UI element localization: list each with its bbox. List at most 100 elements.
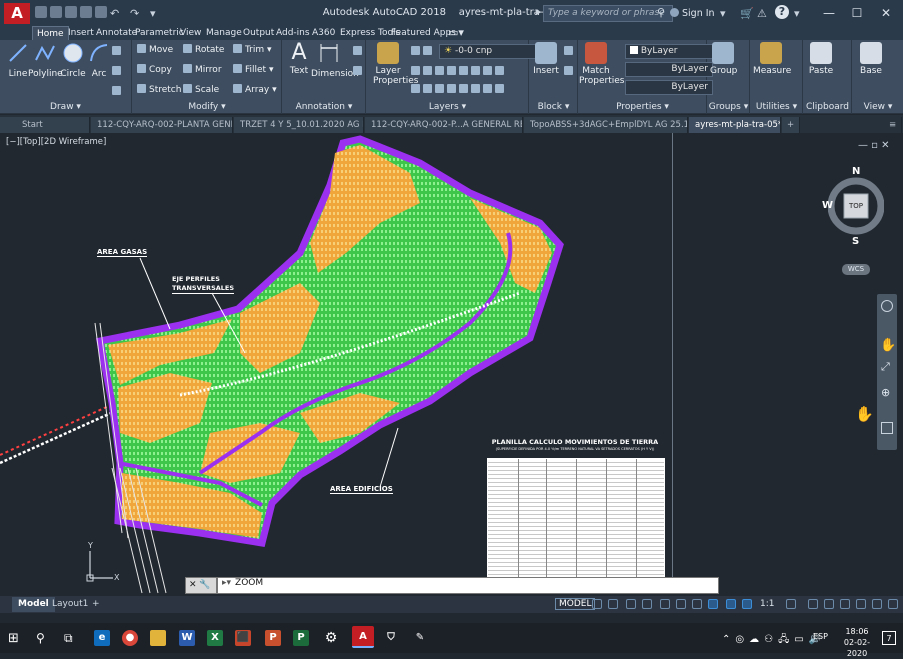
application-menu-button[interactable]: A <box>4 3 30 24</box>
layer-tools-row1-icon[interactable] <box>411 66 507 77</box>
sign-in-button[interactable]: Sign In <box>682 8 715 19</box>
move-button[interactable]: Move <box>137 44 173 55</box>
rectangle-icon[interactable] <box>112 46 124 57</box>
settings-icon[interactable]: ⚙ <box>323 630 339 646</box>
file-explorer-icon[interactable] <box>150 630 166 646</box>
search-expand-icon[interactable]: ▸ <box>536 5 542 18</box>
clipboard-panel-title[interactable]: Clipboard <box>804 102 851 112</box>
new-tab-button[interactable]: + <box>782 117 800 133</box>
search-taskbar-icon[interactable]: ⚲ <box>36 631 45 645</box>
workspace-gear-icon[interactable] <box>786 599 796 609</box>
object-snap-tracking-icon[interactable] <box>676 599 686 609</box>
snap-icon[interactable] <box>608 599 618 609</box>
draw-panel-title[interactable]: Draw ▾ <box>0 102 131 112</box>
base-view-button[interactable]: Base <box>857 42 885 76</box>
gradient-icon[interactable] <box>112 86 124 97</box>
lineweight-icon[interactable] <box>708 599 718 609</box>
ribbon-minimize-icon[interactable]: ▭▾ <box>444 26 468 40</box>
annotation-monitor-icon[interactable] <box>808 599 818 609</box>
zoom-icon[interactable]: ⤢ <box>881 360 890 374</box>
copy-button[interactable]: Copy <box>137 64 172 75</box>
linetype-dropdown[interactable]: ByLayer <box>625 62 713 77</box>
grid-icon[interactable] <box>592 599 602 609</box>
pan-icon[interactable]: ✋ <box>880 338 896 353</box>
isolate-objects-icon[interactable] <box>872 599 882 609</box>
leader-icon[interactable] <box>353 46 365 57</box>
command-line-buttons[interactable]: ✕ 🔧 <box>185 577 217 594</box>
quick-access-dropdown-icon[interactable]: ▾ <box>150 7 156 20</box>
color-dropdown[interactable]: ByLayer <box>625 44 713 59</box>
showmotion-icon[interactable] <box>881 422 893 434</box>
annotation-scale-dropdown[interactable]: 1:1 <box>760 599 774 609</box>
task-view-icon[interactable]: ⧉ <box>64 631 73 646</box>
modify-panel-title[interactable]: Modify ▾ <box>133 102 281 112</box>
edit-block-icon[interactable] <box>564 66 576 77</box>
doc-tab[interactable]: 112-CQY-ARQ-002-PLANTA GENERAL* <box>91 117 233 133</box>
utilities-panel-title[interactable]: Utilities ▾ <box>751 102 802 112</box>
viewport-window-controls[interactable]: — ▫ ✕ <box>858 140 890 151</box>
clock[interactable]: 18:06 02-02-2020 <box>834 626 880 659</box>
groups-panel-title[interactable]: Groups ▾ <box>708 102 749 112</box>
stretch-button[interactable]: Stretch <box>137 84 181 95</box>
isodraft-icon[interactable] <box>660 599 670 609</box>
drawing-canvas[interactable]: AREA GASAS EJE PERFILES TRANSVERSALES AR… <box>0 133 903 596</box>
block-panel-title[interactable]: Block ▾ <box>530 102 577 112</box>
save-as-icon[interactable] <box>80 6 92 18</box>
properties-panel-title[interactable]: Properties ▾ <box>579 102 706 112</box>
polyline-button[interactable]: Polyline <box>28 42 63 79</box>
user-icon[interactable] <box>670 8 679 17</box>
windows-start-icon[interactable]: ⊞ <box>8 631 19 646</box>
save-icon[interactable] <box>65 6 77 18</box>
command-history-icon[interactable]: ▸▾ <box>218 578 235 588</box>
polar-icon[interactable] <box>642 599 652 609</box>
doc-tab[interactable]: TRZET 4 Y 5_10.01.2020 AG MC (1)* <box>234 117 364 133</box>
customization-menu-icon[interactable] <box>888 599 898 609</box>
insert-button[interactable]: Insert <box>532 42 560 76</box>
fillet-button[interactable]: Fillet ▾ <box>233 64 273 75</box>
open-file-icon[interactable] <box>50 6 62 18</box>
close-button[interactable]: ✕ <box>873 4 899 22</box>
layer-tools-row2-icon[interactable] <box>411 84 507 95</box>
hatch-icon[interactable] <box>112 66 124 77</box>
doc-tab[interactable]: TopoABSS+3dAGC+EmplDYL AG 25.11.2019* <box>524 117 688 133</box>
arc-button[interactable]: Arc <box>88 42 110 79</box>
layer-dropdown[interactable]: ☀ -0-0 cnp <box>439 44 537 59</box>
table-icon[interactable] <box>353 66 365 77</box>
command-line-input[interactable]: ▸▾ ZOOM <box>217 577 719 594</box>
viewcube-west[interactable]: W <box>822 200 833 211</box>
annotation-panel-title[interactable]: Annotation ▾ <box>283 102 365 112</box>
maximize-button[interactable]: ☐ <box>844 4 870 22</box>
units-icon[interactable] <box>824 599 834 609</box>
array-button[interactable]: Array ▾ <box>233 84 277 95</box>
group-button[interactable]: Group <box>710 42 737 76</box>
help-icon[interactable]: ? <box>775 5 789 19</box>
excel-icon[interactable]: X <box>207 630 223 646</box>
edge-icon[interactable]: e <box>94 630 110 646</box>
doc-tab-active[interactable]: ayres-mt-pla-tra-05* <box>689 117 781 133</box>
mirror-button[interactable]: Mirror <box>183 64 222 75</box>
search-input[interactable]: Type a keyword or phrase <box>543 5 673 22</box>
viewcube[interactable]: N S W TOP <box>822 166 885 250</box>
search-icon[interactable]: ⚲ <box>657 6 665 19</box>
object-snap-icon[interactable] <box>692 599 702 609</box>
steering-wheel-icon[interactable] <box>881 300 893 312</box>
wcs-menu-button[interactable]: WCS <box>842 264 870 275</box>
signin-dropdown-icon[interactable]: ▾ <box>720 7 726 20</box>
new-file-icon[interactable] <box>35 6 47 18</box>
pdf-icon[interactable]: ⬛ <box>235 630 251 646</box>
layer-state-icon[interactable] <box>411 46 435 57</box>
undo-icon[interactable]: ↶ <box>110 7 119 20</box>
system-tray-icons[interactable]: ⌃◎☁⚇🖧▭🔊 <box>722 632 826 649</box>
create-block-icon[interactable] <box>564 46 576 57</box>
measure-button[interactable]: Measure <box>753 42 791 76</box>
ortho-icon[interactable] <box>626 599 636 609</box>
auto-scale-icon[interactable] <box>742 599 752 609</box>
word-icon[interactable]: W <box>179 630 195 646</box>
viewport-controls-label[interactable]: [−][Top][2D Wireframe] <box>6 137 106 147</box>
layer-properties-button[interactable]: Layer Properties <box>373 42 418 86</box>
annotation-visibility-icon[interactable] <box>726 599 736 609</box>
notification-center-button[interactable]: 7 <box>882 631 896 645</box>
doc-tab-start[interactable]: Start <box>0 117 90 133</box>
orbit-icon[interactable]: ⊕ <box>881 386 890 399</box>
minimize-button[interactable]: — <box>816 4 842 22</box>
